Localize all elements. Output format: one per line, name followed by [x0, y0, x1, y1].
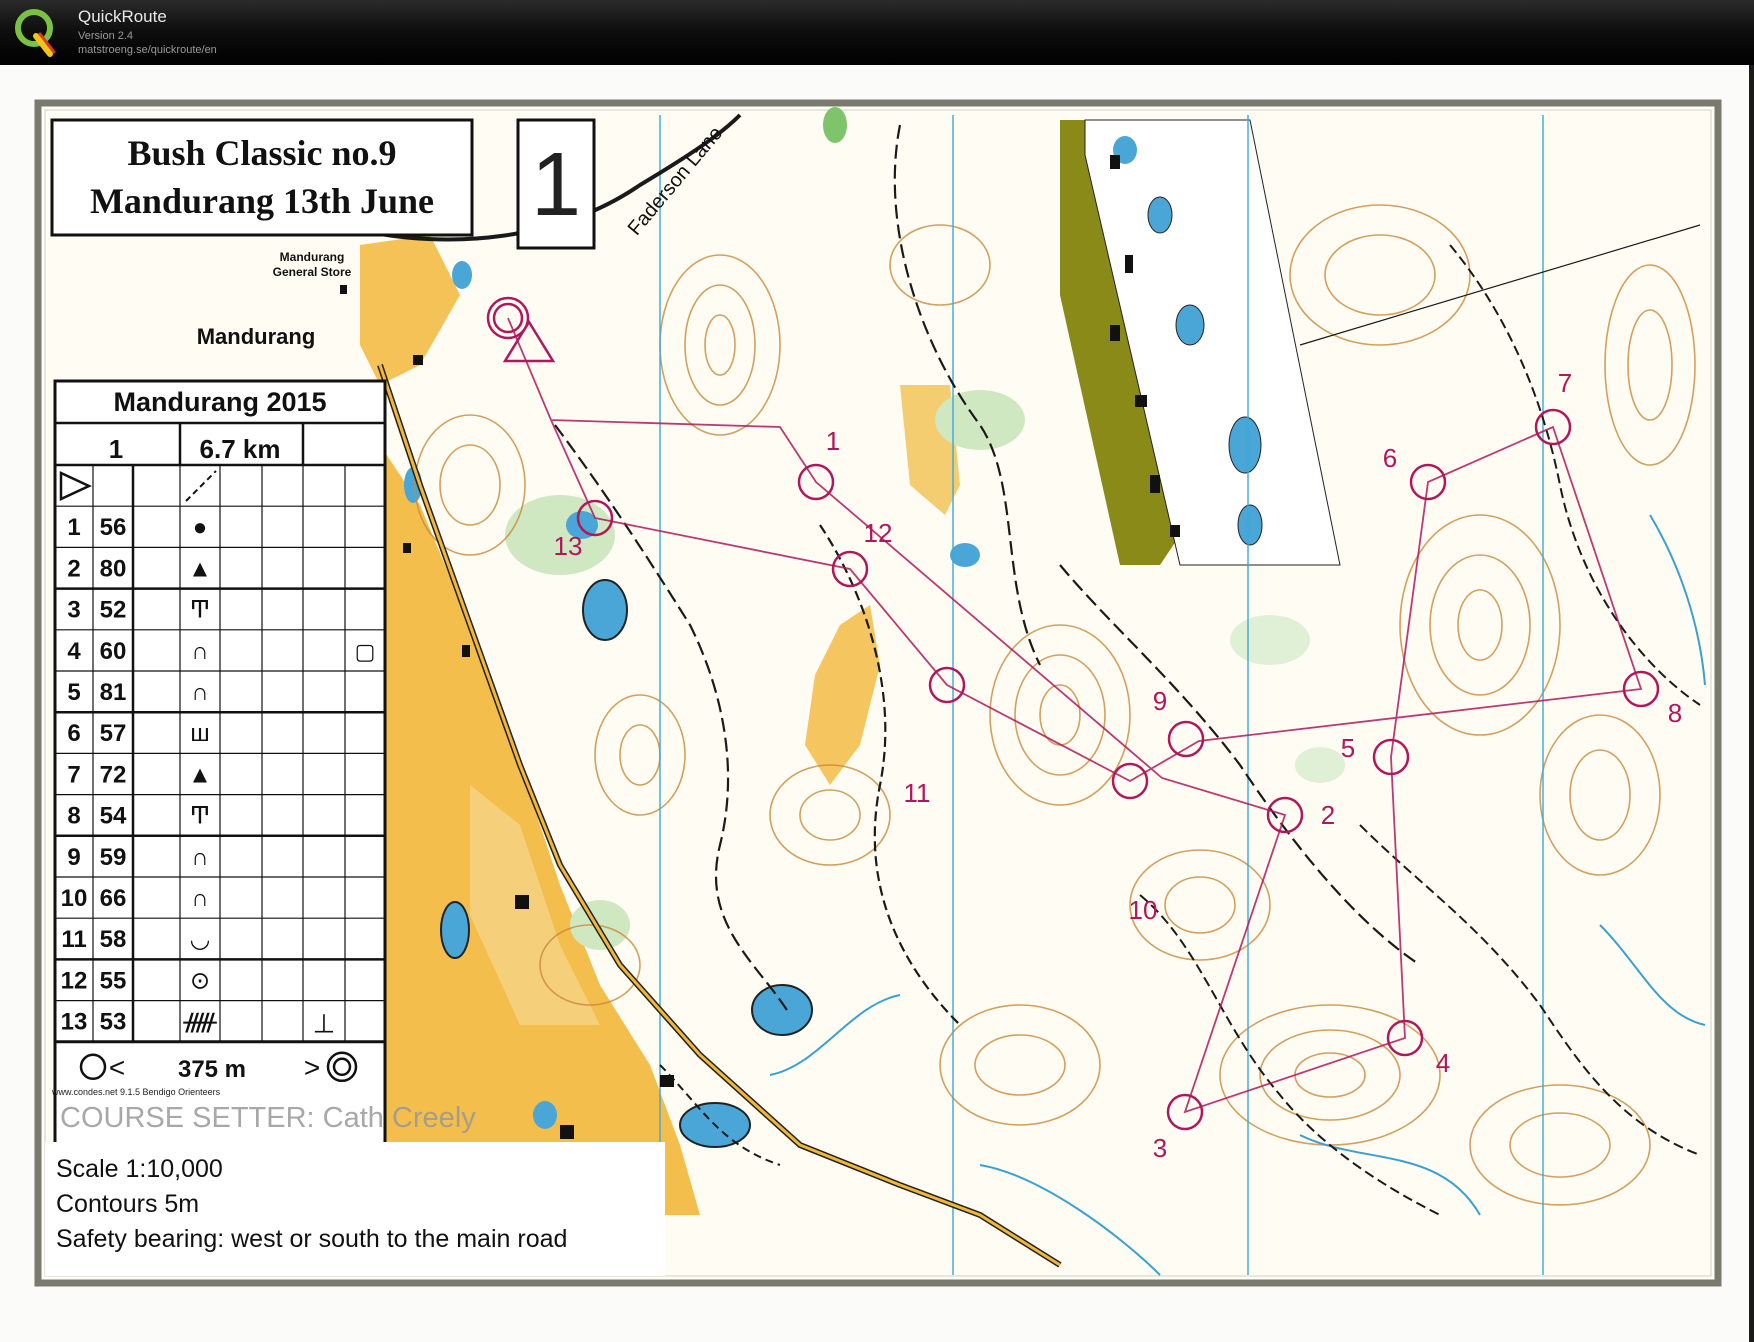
control-number-1: 1	[826, 426, 840, 456]
description-row-num: 3	[67, 597, 80, 624]
description-row-symbol: ∩	[191, 844, 208, 871]
quickroute-logo	[15, 9, 56, 57]
title-bar: QuickRoute Version 2.4 matstroeng.se/qui…	[0, 0, 1754, 65]
description-row-code: 60	[100, 638, 127, 665]
store-label-line1: Mandurang	[280, 250, 345, 264]
control-number-11: 11	[904, 778, 931, 808]
description-row-num: 8	[67, 803, 80, 830]
map-notes: Scale 1:10,000 Contours 5m Safety bearing:…	[45, 1142, 665, 1276]
finish-distance: 375 m	[178, 1056, 246, 1083]
description-row-code: 66	[100, 885, 127, 912]
description-row-num: 10	[61, 885, 88, 912]
description-row-num: 13	[61, 1009, 88, 1036]
control-number-3: 3	[1153, 1133, 1167, 1163]
description-row-num: 12	[61, 967, 88, 994]
description-row-code: 54	[100, 803, 127, 830]
description-row-symbol: ∩	[191, 638, 208, 665]
description-row-num: 2	[67, 555, 80, 582]
description-row-num: 1	[67, 514, 80, 541]
description-row-num: 9	[67, 844, 80, 871]
window-edge	[1749, 65, 1754, 1342]
control-number-4: 4	[1436, 1048, 1450, 1078]
description-row-symbol: ⊙	[190, 967, 210, 994]
safety-note: Safety bearing: west or south to the mai…	[56, 1225, 567, 1253]
description-row-num: 4	[67, 638, 81, 665]
description-row-symbol: ∩	[191, 885, 208, 912]
control-number-10: 10	[1129, 895, 1158, 925]
control-number-13: 13	[554, 531, 583, 561]
control-number-12: 12	[864, 518, 893, 548]
description-length: 6.7 km	[200, 434, 281, 464]
control-number-5: 5	[1341, 733, 1355, 763]
control-description-sheet: Mandurang 20151 6.7 km1 56 ●2 80 ▲3 52 Ͳ4 60 ∩5 81…	[53, 379, 387, 1153]
description-row-symbol: ш	[190, 720, 209, 747]
description-row-num: 6	[67, 720, 80, 747]
chevron-icon: >	[304, 1052, 320, 1083]
description-row-num: 5	[67, 679, 80, 706]
description-event-name: Mandurang 2015	[113, 387, 326, 417]
description-row-code: 81	[100, 679, 127, 706]
description-row-code: 56	[100, 514, 127, 541]
finish-marker-icon: ⊥	[313, 1009, 336, 1039]
description-row-symbol: ▲	[188, 761, 212, 788]
description-row-code: 53	[100, 1009, 127, 1036]
description-row-num: 7	[67, 761, 80, 788]
description-row-code: 80	[100, 555, 127, 582]
control-number-8: 8	[1668, 698, 1682, 728]
description-row-symbol: ᚏ	[182, 1009, 217, 1036]
description-row-symbol: ◡	[190, 926, 211, 953]
description-row-symbol: Ͳ	[190, 597, 211, 624]
map-title-line2: Mandurang 13th June	[90, 181, 434, 221]
course-setter: COURSE SETTER: Cath Creely	[60, 1102, 476, 1134]
control-number-9: 9	[1153, 686, 1167, 716]
scale-note: Scale 1:10,000	[56, 1155, 223, 1183]
description-row-num: 11	[61, 926, 86, 953]
title-box: Bush Classic no.9 Mandurang 13th June	[50, 118, 474, 237]
description-row-symbol: ●	[193, 514, 208, 541]
description-row-code: 58	[100, 926, 127, 953]
app-url: matstroeng.se/quickroute/en	[78, 44, 217, 56]
app-name: QuickRoute	[78, 7, 167, 26]
town-label: Mandurang	[197, 324, 316, 349]
orienteering-map[interactable]: 1 2 3 4 5 6 7 8 9 10 11 12 13 Bush Classic no.9 Mandur…	[0, 65, 1749, 1342]
control-number-7: 7	[1558, 368, 1572, 398]
contours-note: Contours 5m	[56, 1190, 199, 1218]
course-number: 1	[531, 135, 581, 235]
map-canvas: 12345678910111213Bush Classic no.9Mandur…	[34, 99, 1722, 1287]
description-row-symbol: ∩	[191, 679, 208, 706]
description-row-symbol: Ͳ	[190, 803, 211, 830]
description-row-code: 57	[100, 720, 127, 747]
map-title-line1: Bush Classic no.9	[127, 133, 396, 173]
description-row-code: 72	[100, 761, 127, 788]
water-icon: ▢	[355, 639, 376, 664]
store-label-line2: General Store	[273, 265, 352, 279]
description-row-symbol: ▲	[188, 555, 212, 582]
description-course: 1	[109, 434, 123, 464]
chevron-icon: <	[109, 1052, 125, 1083]
description-row-code: 59	[100, 844, 127, 871]
control-number-2: 2	[1321, 800, 1335, 830]
control-number-6: 6	[1383, 443, 1397, 473]
description-row-code: 55	[100, 967, 127, 994]
condes-credit: www.condes.net 9.1.5 Bendigo Orienteers	[51, 1087, 221, 1097]
description-row-code: 52	[100, 597, 127, 624]
app-version: Version 2.4	[78, 30, 134, 42]
